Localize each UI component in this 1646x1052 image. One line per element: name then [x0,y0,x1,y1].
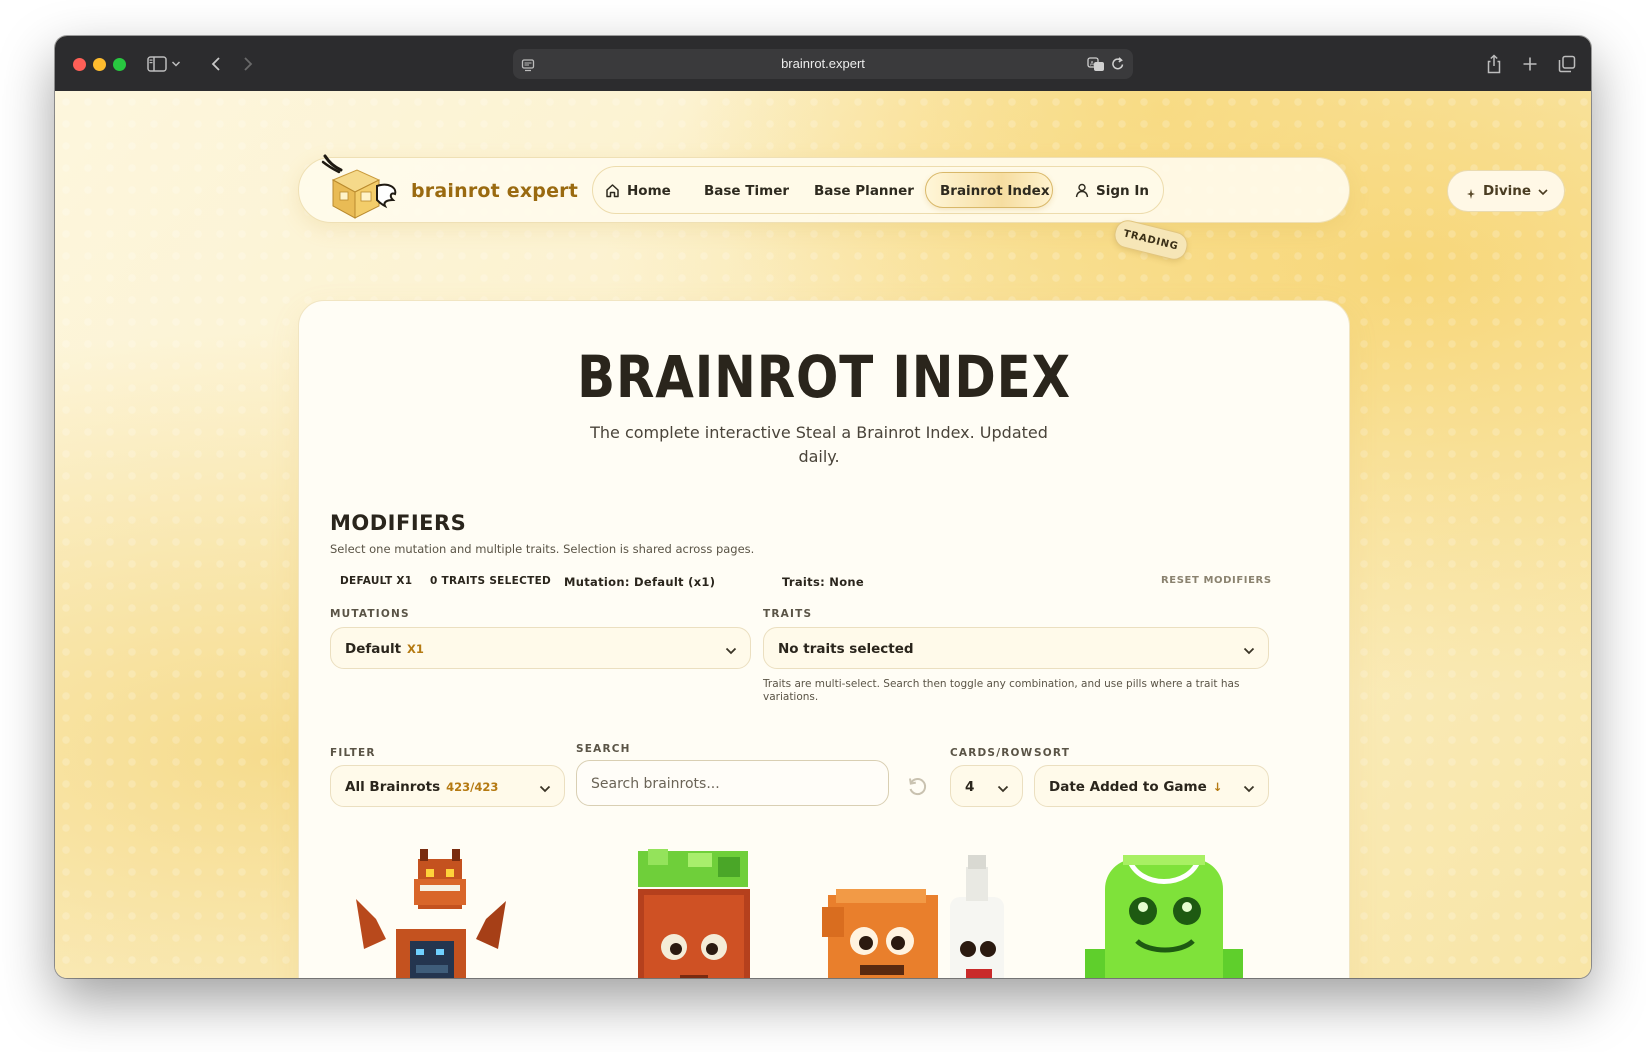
close-window-button[interactable] [73,58,86,71]
mutations-select[interactable]: Default X1 [330,627,751,669]
sort-value: Date Added to Game [1049,779,1207,795]
chevron-down-icon [1537,182,1549,201]
search-input[interactable]: Search brainrots... [576,760,889,806]
translate-icon[interactable]: A [1087,56,1105,76]
money-box-brainrot-icon[interactable] [618,849,768,978]
reset-modifiers-button[interactable]: RESET MODIFIERS [1161,575,1272,586]
page-title: BRAINROT INDEX [577,343,1071,411]
sidebar-toggle-icon[interactable] [144,51,170,77]
green-ball-brainrot-icon[interactable] [1079,849,1249,978]
traits-label: TRAITS [763,608,813,620]
brand-name[interactable]: brainrot expert [411,180,578,202]
nav-home[interactable]: Home [627,183,671,199]
forward-icon[interactable] [235,51,261,77]
filter-label: FILTER [330,747,376,759]
mutation-summary: Mutation: Default (x1) [564,575,716,589]
chevron-down-icon [724,642,738,661]
filter-value: All Brainrots [345,779,441,795]
sparkle-icon [1466,185,1476,204]
mutation-tag: DEFAULT X1 [340,575,413,587]
sort-label: SORT [1034,747,1071,759]
mutations-label: MUTATIONS [330,608,410,620]
brand-logo-icon[interactable] [319,152,401,222]
nav-sign-in[interactable]: Sign In [1096,183,1149,199]
theme-select[interactable]: Divine [1447,170,1565,212]
duo-brainrot-icon[interactable] [822,849,1012,978]
chevron-down-icon [996,780,1010,799]
site-navbar: brainrot expert Home Base Timer Base Pla… [298,154,1565,223]
filter-count: 423/423 [446,780,499,794]
chevron-down-icon [1242,780,1256,799]
back-icon[interactable] [203,51,229,77]
traits-value: No traits selected [778,641,914,657]
reset-search-icon[interactable] [906,775,928,801]
index-card: BRAINROT INDEX The complete interactive … [298,300,1350,978]
mutation-value: Default [345,641,402,657]
nav-brainrot-index[interactable]: Brainrot Index [940,183,1050,199]
filter-select[interactable]: All Brainrots 423/423 [330,765,565,807]
chevron-down-icon [538,780,552,799]
chevron-down-icon [1242,642,1256,661]
mutation-multiplier: X1 [407,642,424,656]
chevron-down-icon[interactable] [169,51,183,77]
dragon-brainrot-icon[interactable] [356,849,506,978]
zoom-window-button[interactable] [113,58,126,71]
share-icon[interactable] [1481,51,1507,77]
theme-select-value: Divine [1483,183,1532,199]
new-tab-icon[interactable] [1517,51,1543,77]
page-viewport: brainrot expert Home Base Timer Base Pla… [55,91,1591,978]
minimize-window-button[interactable] [93,58,106,71]
url-text: brainrot.expert [781,56,865,71]
browser-window: brainrot.expert A brainrot expert Home B… [55,36,1591,978]
nav-base-planner[interactable]: Base Planner [814,183,914,199]
address-bar[interactable]: brainrot.expert A [513,49,1133,79]
modifiers-description: Select one mutation and multiple traits.… [330,542,755,556]
cards-per-row-label: CARDS/ROW [950,747,1034,759]
browser-toolbar: brainrot.expert A [55,36,1591,92]
traits-select[interactable]: No traits selected [763,627,1269,669]
search-placeholder: Search brainrots... [591,776,720,792]
user-icon[interactable] [1075,183,1089,202]
page-subtitle: The complete interactive Steal a Brainro… [590,423,1048,466]
sort-direction-icon: ↓ [1212,780,1223,794]
search-label: SEARCH [576,743,631,755]
cards-per-row-value: 4 [965,779,975,795]
reload-icon[interactable] [1111,56,1125,76]
traits-count-tag: 0 TRAITS SELECTED [430,575,552,587]
tab-overview-icon[interactable] [1554,51,1580,77]
home-icon[interactable] [605,183,620,202]
traits-help-text: Traits are multi-select. Search then tog… [763,678,1240,703]
sort-select[interactable]: Date Added to Game ↓ [1034,765,1269,807]
cards-per-row-select[interactable]: 4 [950,765,1023,807]
nav-base-timer[interactable]: Base Timer [704,183,789,199]
modifiers-heading: MODIFIERS [330,511,467,535]
traits-summary: Traits: None [782,575,865,589]
